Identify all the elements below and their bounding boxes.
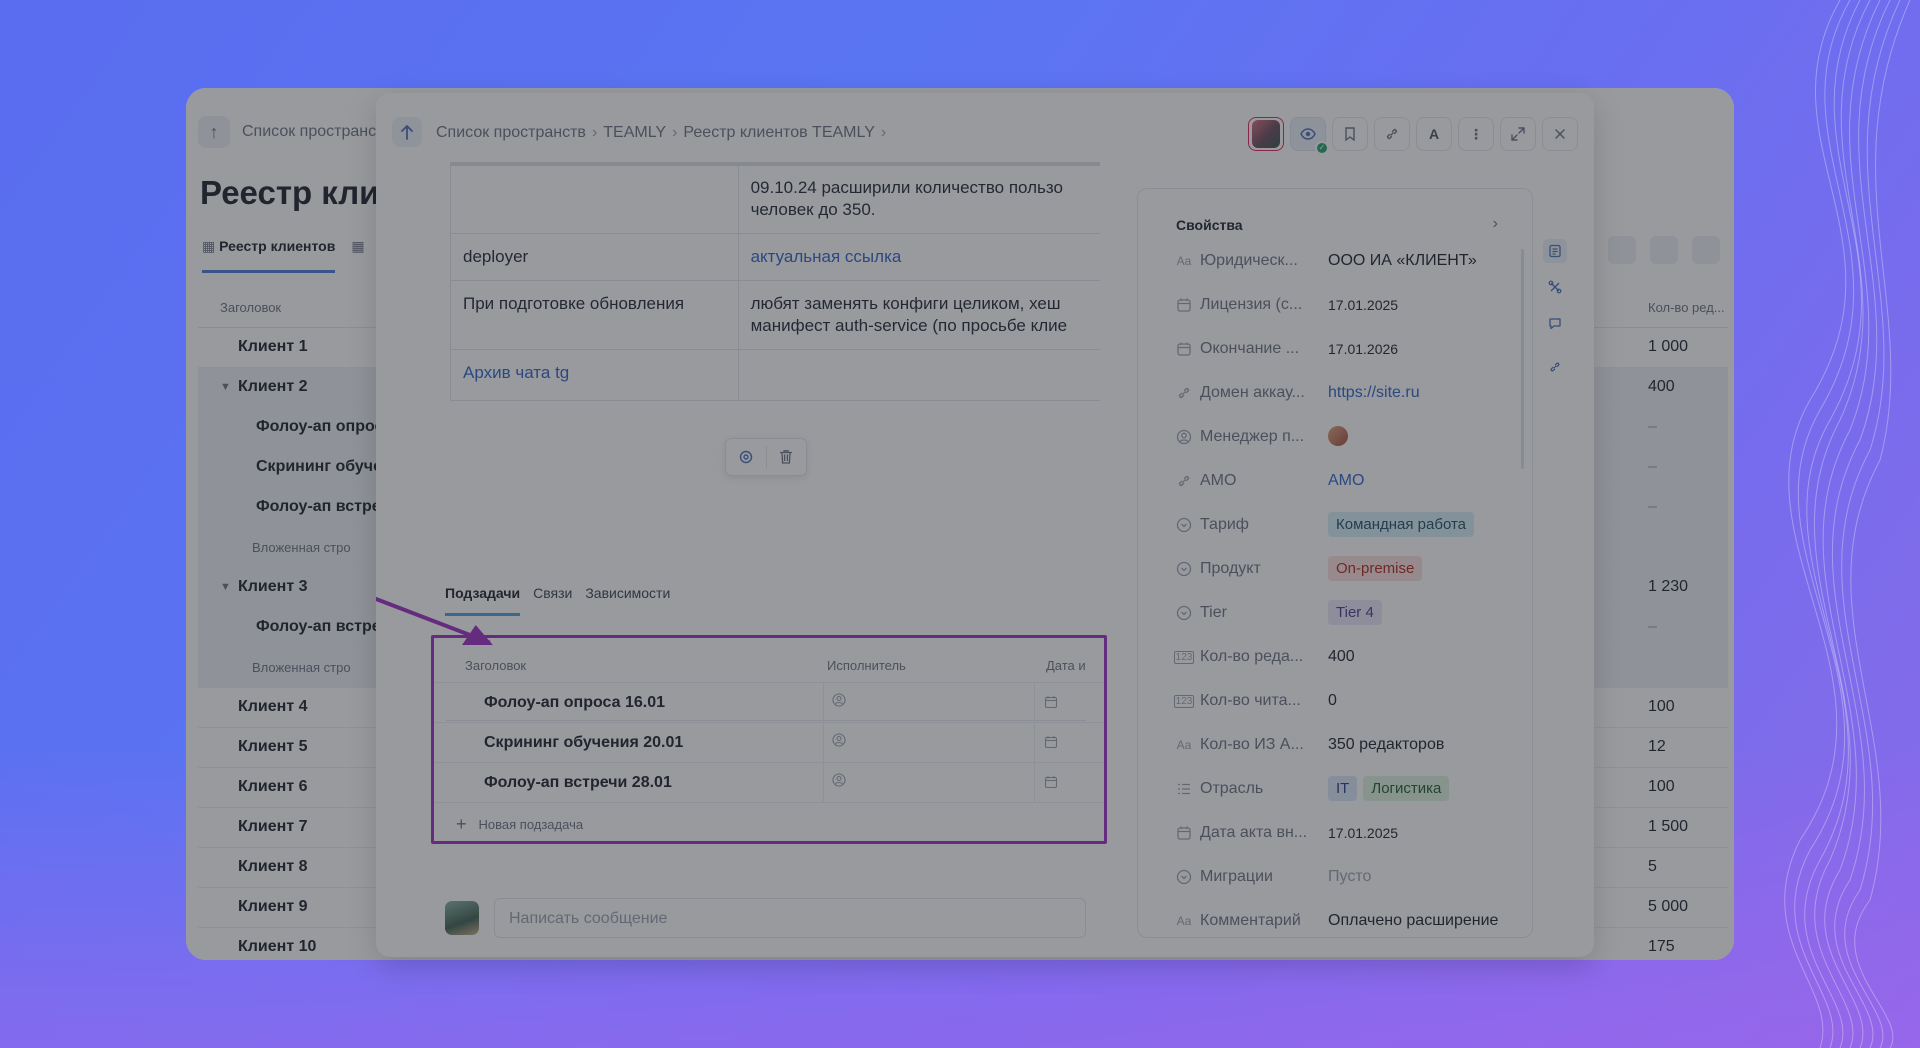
background-app-window: ↑ Список пространс Реестр клие ▦ Реестр … [186, 88, 1734, 960]
modal-overlay[interactable] [186, 88, 1734, 960]
